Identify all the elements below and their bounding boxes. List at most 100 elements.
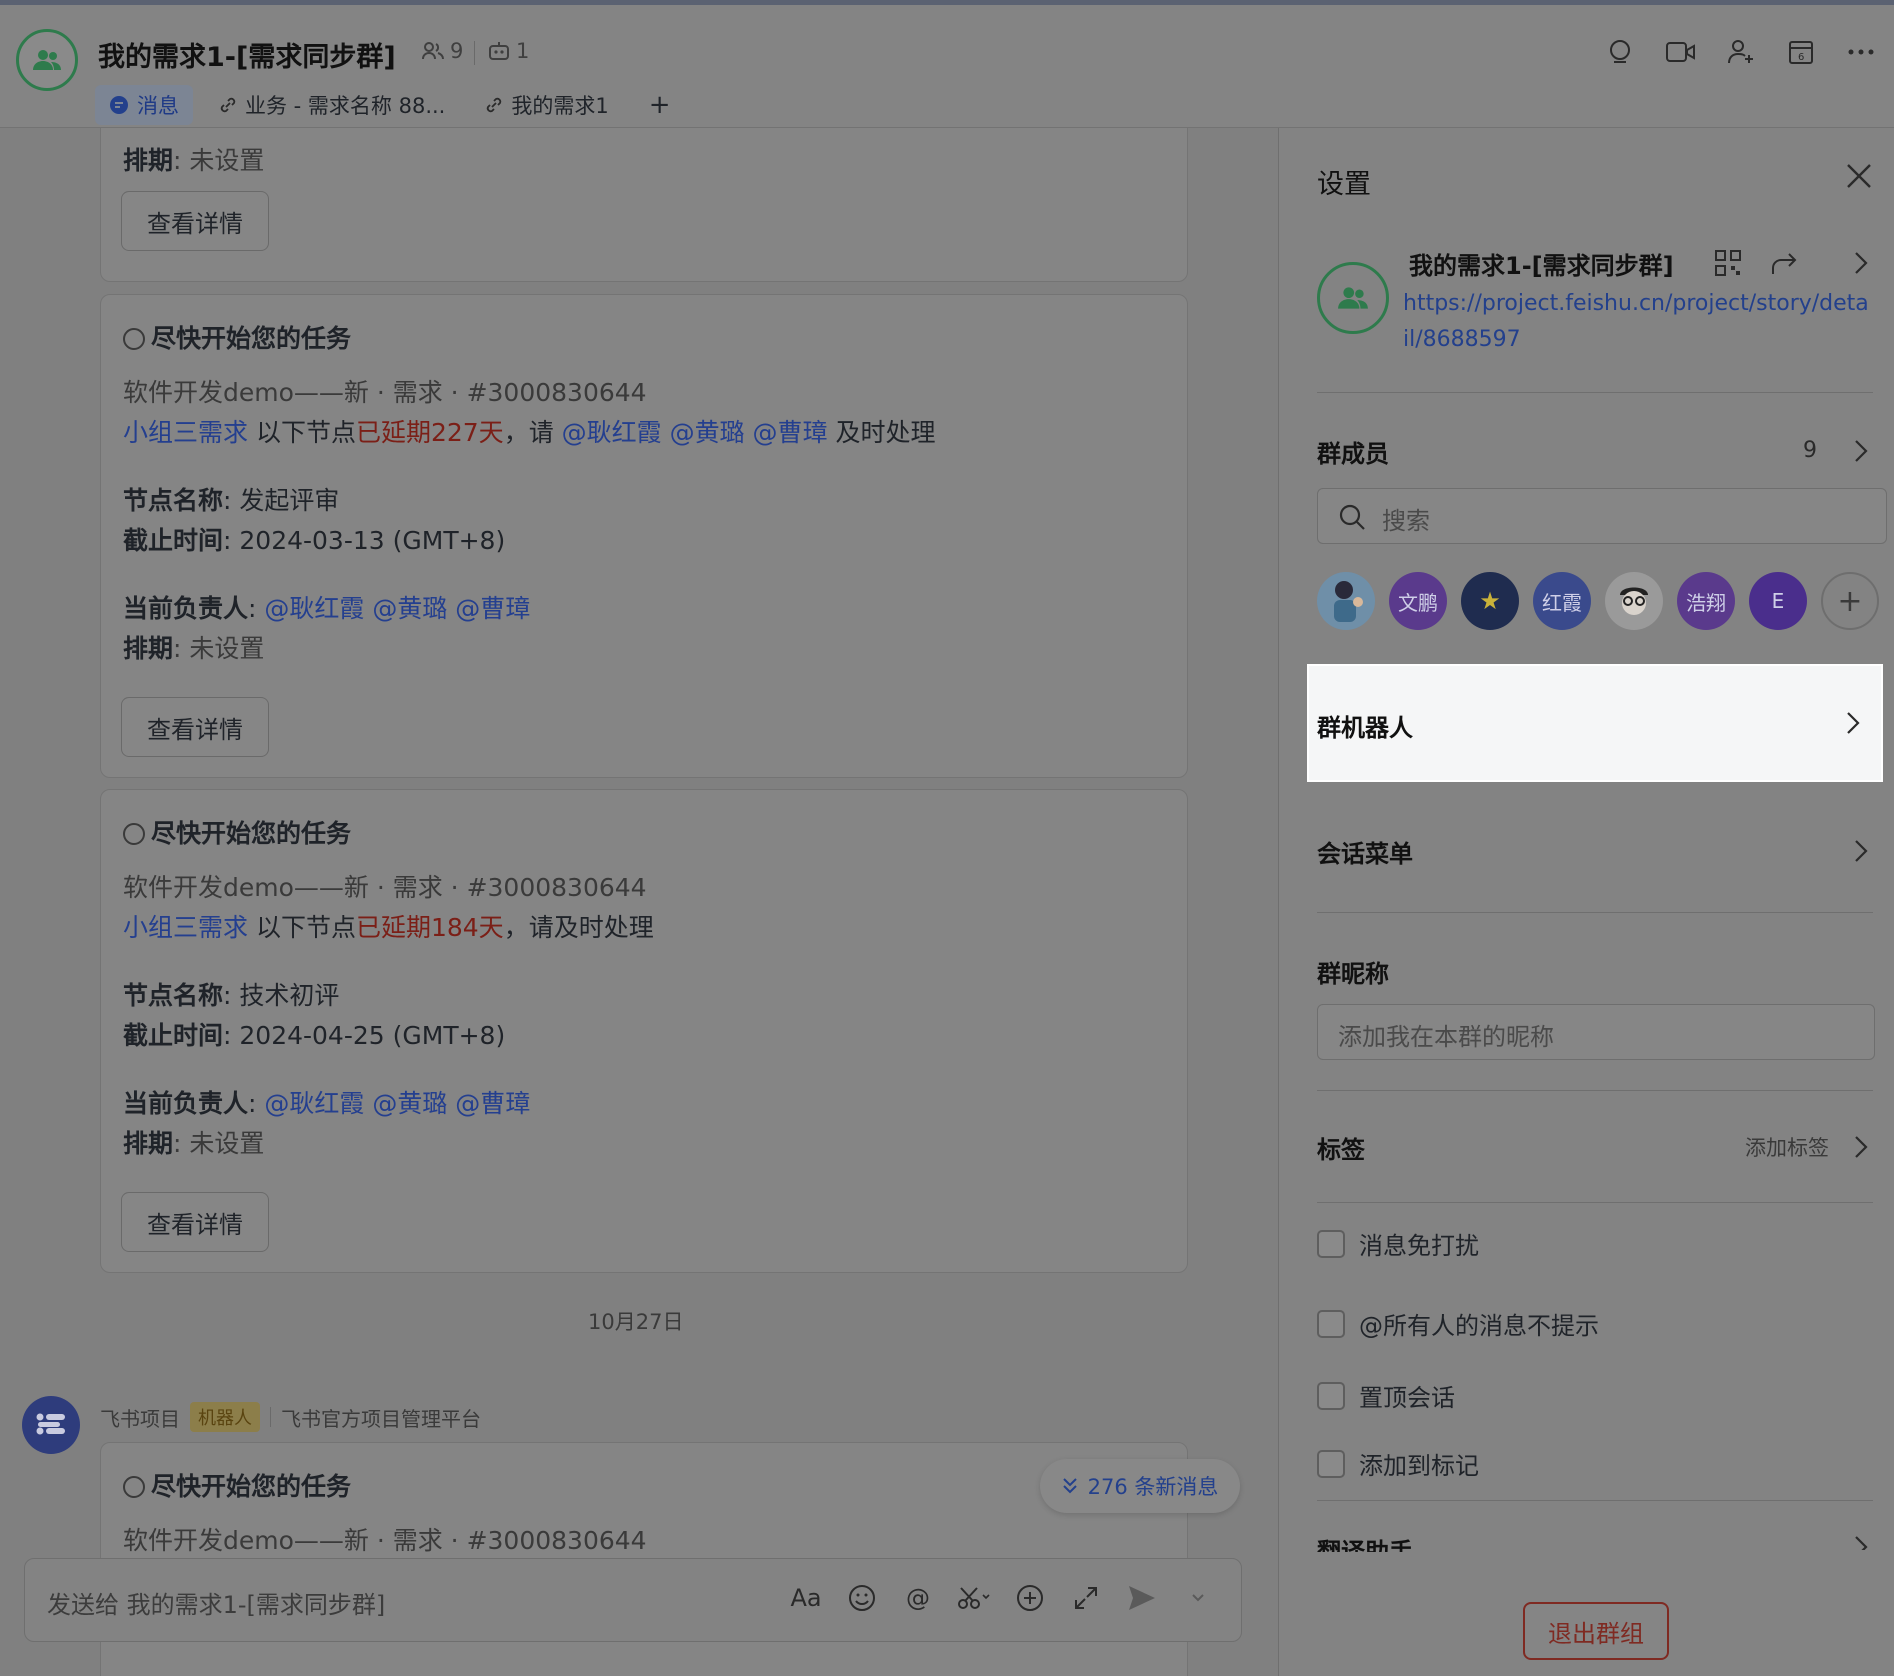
translate-assistant-row[interactable]: 翻译助手	[1317, 1532, 1413, 1552]
chevron-right-icon	[1847, 712, 1860, 734]
add-member-icon[interactable]	[1724, 35, 1758, 69]
member-avatar[interactable]: 红霞	[1533, 572, 1591, 630]
message-input[interactable]: 发送给 我的需求1-[需求同步群] Aa @	[24, 1558, 1242, 1642]
share-icon[interactable]	[1769, 248, 1799, 278]
translate-row-clip: 翻译助手	[1317, 1532, 1413, 1552]
emoji-icon[interactable]	[845, 1581, 879, 1615]
close-icon[interactable]	[1845, 162, 1873, 190]
nickname-placeholder: 添加我在本群的昵称	[1338, 1023, 1554, 1051]
node-row: 节点名称: 发起评审	[123, 486, 340, 515]
group-avatar[interactable]	[1317, 262, 1389, 334]
more-icon[interactable]	[1844, 35, 1878, 69]
member-count[interactable]: 9	[422, 39, 463, 63]
card-alert-text: 小组三需求 以下节点已延期184天，请及时处理	[123, 913, 654, 942]
member-search-input[interactable]: 搜索	[1317, 488, 1887, 544]
tab-business-label: 业务 - 需求名称 88...	[245, 94, 446, 118]
message-list[interactable]: 排期: 未设置 查看详情 尽快开始您的任务 软件开发demo——新 · 需求 ·…	[0, 128, 1278, 1676]
double-chevron-down-icon	[1062, 1478, 1077, 1494]
bot-badge: 机器人	[190, 1402, 260, 1432]
chevron-right-icon[interactable]	[1853, 1134, 1869, 1160]
new-messages-button[interactable]: 276 条新消息	[1040, 1459, 1240, 1513]
member-avatars: 文鹏 ★ 红霞 浩翔 E +	[1317, 572, 1879, 630]
owner-mentions[interactable]: @耿红霞 @黄璐 @曹璋	[264, 1089, 530, 1118]
bot-org: 飞书官方项目管理平台	[281, 1406, 481, 1431]
member-avatar[interactable]	[1317, 572, 1375, 630]
chat-header: 我的需求1-[需求同步群] 9 1 消息 业务 - 需求名称 88... 我的需…	[0, 5, 1894, 128]
add-tab-button[interactable]: +	[635, 85, 685, 125]
group-people-icon	[1338, 287, 1368, 309]
project-app-icon	[36, 1413, 65, 1435]
pin-checkbox[interactable]	[1317, 1381, 1345, 1410]
bot-avatar[interactable]	[22, 1396, 80, 1454]
search-icon[interactable]	[1604, 35, 1638, 69]
session-menu-row[interactable]: 会话菜单	[1317, 834, 1413, 869]
member-avatar[interactable]: E	[1749, 572, 1807, 630]
header-tabs: 消息 业务 - 需求名称 88... 我的需求1 +	[95, 84, 685, 126]
view-details-button[interactable]: 查看详情	[121, 1192, 269, 1252]
message-input-placeholder: 发送给 我的需求1-[需求同步群]	[47, 1591, 386, 1619]
add-member-button[interactable]: +	[1821, 572, 1879, 630]
translate-chevron-clip	[1853, 1534, 1869, 1550]
settings-panel: 设置 我的需求1-[需求同步群] https://project.feishu.…	[1278, 128, 1894, 1676]
exit-group-button[interactable]: 退出群组	[1523, 1602, 1669, 1660]
chevron-right-icon[interactable]	[1853, 250, 1869, 276]
group-link[interactable]: 小组三需求	[123, 913, 248, 942]
mute-checkbox[interactable]	[1317, 1229, 1345, 1258]
view-details-button[interactable]: 查看详情	[121, 697, 269, 757]
schedule-row: 排期: 未设置	[123, 146, 265, 175]
bot-count[interactable]: 1	[488, 39, 529, 63]
face-illustration-icon	[1620, 587, 1648, 615]
group-avatar[interactable]	[16, 29, 78, 91]
mention-all-checkbox[interactable]	[1317, 1309, 1345, 1338]
qr-code-icon[interactable]	[1713, 248, 1743, 278]
mention-all-option[interactable]: @所有人的消息不提示	[1317, 1306, 1599, 1341]
video-call-icon[interactable]	[1664, 35, 1698, 69]
bot-name[interactable]: 飞书项目	[100, 1403, 180, 1432]
owner-mentions[interactable]: @耿红霞 @黄璐 @曹璋	[264, 594, 530, 623]
plus-circle-icon[interactable]	[1013, 1581, 1047, 1615]
group-link[interactable]: 小组三需求	[123, 418, 248, 447]
members-icon	[422, 42, 444, 60]
mute-option[interactable]: 消息免打扰	[1317, 1226, 1479, 1261]
view-details-button[interactable]: 查看详情	[121, 191, 269, 251]
card-project: 软件开发demo——新 · 需求 · #3000830644	[123, 873, 647, 902]
card-project: 软件开发demo——新 · 需求 · #3000830644	[123, 1526, 647, 1555]
nickname-input[interactable]: 添加我在本群的昵称	[1317, 1004, 1875, 1060]
mark-option[interactable]: 添加到标记	[1317, 1446, 1479, 1481]
calendar-icon[interactable]: 6	[1784, 35, 1818, 69]
owner-row: 当前负责人: @耿红霞 @黄璐 @曹璋	[123, 594, 531, 623]
sender-divider	[270, 1407, 271, 1427]
mention-links[interactable]: @耿红霞 @黄璐 @曹璋	[562, 418, 828, 447]
group-people-icon	[33, 50, 61, 70]
member-avatar[interactable]	[1605, 572, 1663, 630]
send-icon[interactable]	[1125, 1581, 1159, 1615]
pin-option[interactable]: 置顶会话	[1317, 1378, 1455, 1413]
card-heading: 尽快开始您的任务	[123, 1467, 351, 1503]
tab-my-requirement[interactable]: 我的需求1	[471, 85, 622, 125]
tab-business-link[interactable]: 业务 - 需求名称 88...	[205, 85, 459, 125]
member-avatar[interactable]: 文鹏	[1389, 572, 1447, 630]
mention-icon[interactable]: @	[901, 1581, 935, 1615]
mark-checkbox[interactable]	[1317, 1449, 1345, 1478]
send-options-chevron-icon[interactable]	[1181, 1581, 1215, 1615]
member-avatar[interactable]: 浩翔	[1677, 572, 1735, 630]
group-bots-row[interactable]: 群机器人	[1307, 664, 1883, 782]
schedule-row: 排期: 未设置	[123, 1129, 265, 1158]
group-name: 我的需求1-[需求同步群]	[1409, 252, 1674, 280]
clock-icon	[123, 1476, 145, 1498]
add-tag-link[interactable]: 添加标签	[1745, 1132, 1829, 1162]
chevron-right-icon[interactable]	[1853, 1534, 1869, 1550]
expand-icon[interactable]	[1069, 1581, 1103, 1615]
group-url-link[interactable]: https://project.feishu.cn/project/story/…	[1403, 286, 1873, 358]
chat-bubble-icon	[110, 96, 128, 114]
robot-icon	[489, 42, 509, 60]
chevron-right-icon[interactable]	[1853, 838, 1869, 864]
member-avatar[interactable]: ★	[1461, 572, 1519, 630]
text-format-icon[interactable]: Aa	[789, 1581, 823, 1615]
group-bots-label: 群机器人	[1317, 714, 1413, 742]
divider	[1317, 1202, 1873, 1203]
screenshot-scissors-icon[interactable]	[957, 1581, 991, 1615]
tab-messages[interactable]: 消息	[95, 85, 193, 125]
search-icon	[1339, 504, 1365, 530]
chevron-right-icon[interactable]	[1853, 438, 1869, 464]
